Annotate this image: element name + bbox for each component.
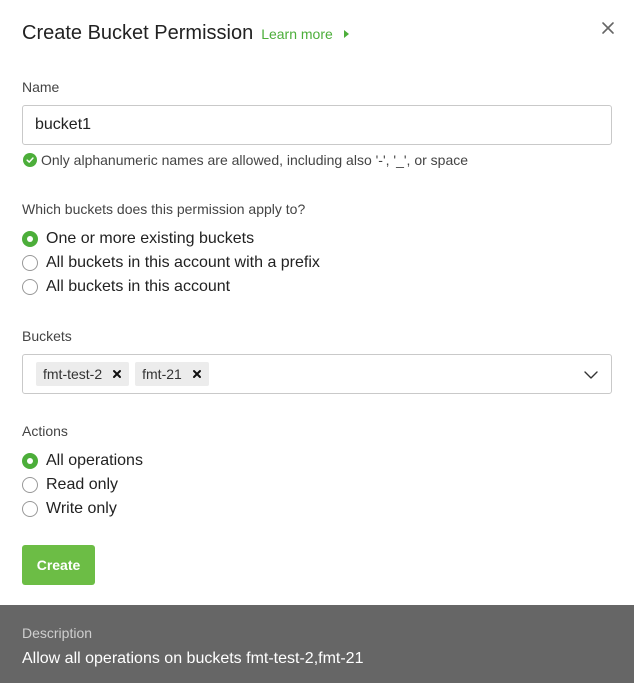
scope-question: Which buckets does this permission apply…	[22, 201, 306, 217]
radio-label: All operations	[46, 452, 143, 469]
radio-label: One or more existing buckets	[46, 230, 255, 247]
remove-icon[interactable]	[192, 369, 202, 379]
bucket-chip: fmt-test-2	[36, 362, 130, 386]
name-hint: Only alphanumeric names are allowed, inc…	[23, 152, 468, 168]
actions-label: Actions	[22, 423, 68, 439]
radio-unselected[interactable]	[22, 279, 38, 295]
radio-unselected[interactable]	[22, 477, 38, 493]
action-option-write[interactable]: Write only	[22, 500, 117, 518]
buckets-select[interactable]: fmt-test-2 fmt-21	[22, 354, 612, 394]
action-option-all[interactable]: All operations	[22, 452, 143, 470]
dialog-header: Create Bucket Permission Learn more	[22, 22, 349, 45]
remove-icon[interactable]	[112, 369, 122, 379]
radio-unselected[interactable]	[22, 255, 38, 271]
buckets-label: Buckets	[22, 328, 72, 344]
learn-more-label: Learn more	[261, 26, 333, 42]
action-option-read[interactable]: Read only	[22, 476, 118, 494]
radio-selected[interactable]	[22, 453, 38, 469]
radio-label: Read only	[46, 476, 119, 493]
radio-label: All buckets in this account with a prefi…	[46, 254, 320, 271]
dialog-title: Create Bucket Permission	[22, 22, 254, 44]
description-text: Allow all operations on buckets fmt-test…	[22, 650, 364, 667]
chevron-down-icon[interactable]	[583, 367, 599, 383]
description-panel: Description Allow all operations on buck…	[0, 605, 634, 683]
name-label: Name	[22, 79, 60, 95]
scope-option-all-buckets[interactable]: All buckets in this account	[22, 278, 230, 296]
bucket-chip-label: fmt-test-2	[43, 366, 103, 382]
check-circle-icon	[23, 153, 37, 167]
description-label: Description	[22, 625, 93, 641]
radio-unselected[interactable]	[22, 501, 38, 517]
radio-label: Write only	[46, 500, 117, 517]
create-button[interactable]: Create	[22, 545, 95, 585]
radio-selected[interactable]	[22, 231, 38, 247]
caret-right-icon	[343, 30, 349, 38]
scope-option-prefix[interactable]: All buckets in this account with a prefi…	[22, 254, 320, 272]
scope-option-existing-buckets[interactable]: One or more existing buckets	[22, 230, 254, 248]
bucket-chip-label: fmt-21	[142, 366, 182, 382]
name-input[interactable]	[22, 105, 612, 145]
bucket-chip: fmt-21	[135, 362, 209, 386]
close-icon[interactable]	[598, 18, 618, 38]
learn-more-link[interactable]: Learn more	[261, 26, 349, 42]
name-hint-text: Only alphanumeric names are allowed, inc…	[41, 152, 469, 168]
radio-label: All buckets in this account	[46, 278, 231, 295]
